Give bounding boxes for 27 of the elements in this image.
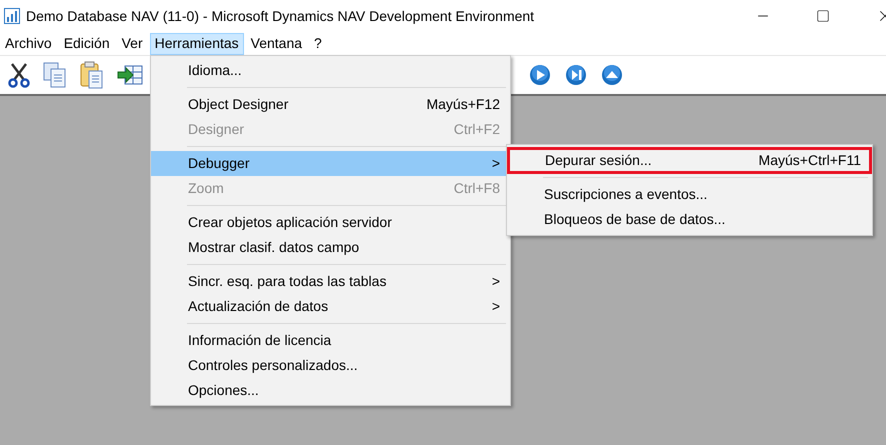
paste-icon[interactable] (80, 61, 104, 89)
maximize-icon[interactable] (816, 9, 830, 23)
menu-item[interactable]: Opciones... (151, 378, 510, 403)
scissors-icon[interactable] (8, 62, 30, 88)
menu-bar-item[interactable]: Edición (58, 32, 115, 54)
menu-bar-item[interactable]: Ver (116, 32, 148, 54)
app-icon (4, 8, 20, 24)
menu-item[interactable]: Crear objetos aplicación servidor (151, 210, 510, 235)
up-icon[interactable] (601, 64, 623, 86)
menu-bar-item[interactable]: Herramientas (150, 32, 244, 54)
menu-item[interactable]: Bloqueos de base de datos... (507, 207, 872, 232)
menu-bar-item[interactable]: ? (309, 32, 327, 54)
menu-item[interactable]: Información de licencia (151, 328, 510, 353)
menu-item[interactable]: Object Designer Mayús+F12 (151, 92, 510, 117)
menu-item[interactable]: Depurar sesión... Mayús+Ctrl+F11 (508, 148, 871, 173)
menu-item[interactable]: Sincr. esq. para todas las tablas > (151, 269, 510, 294)
copy-icon[interactable] (43, 62, 67, 88)
menu-item[interactable]: Actualización de datos > (151, 294, 510, 319)
menu-item[interactable]: Controles personalizados... (151, 353, 510, 378)
play-icon[interactable] (529, 64, 551, 86)
menu-bar-item[interactable]: Ventana (246, 32, 308, 54)
menu-bar-item[interactable]: Archivo (0, 32, 57, 54)
export-table-icon[interactable] (117, 63, 143, 87)
menu-item[interactable]: Mostrar clasif. datos campo (151, 235, 510, 260)
menu-item[interactable]: Suscripciones a eventos... (507, 182, 872, 207)
window-title: Demo Database NAV (11-0) - Microsoft Dynamics NAV Development Environment (26, 6, 534, 26)
step-icon[interactable] (565, 64, 587, 86)
